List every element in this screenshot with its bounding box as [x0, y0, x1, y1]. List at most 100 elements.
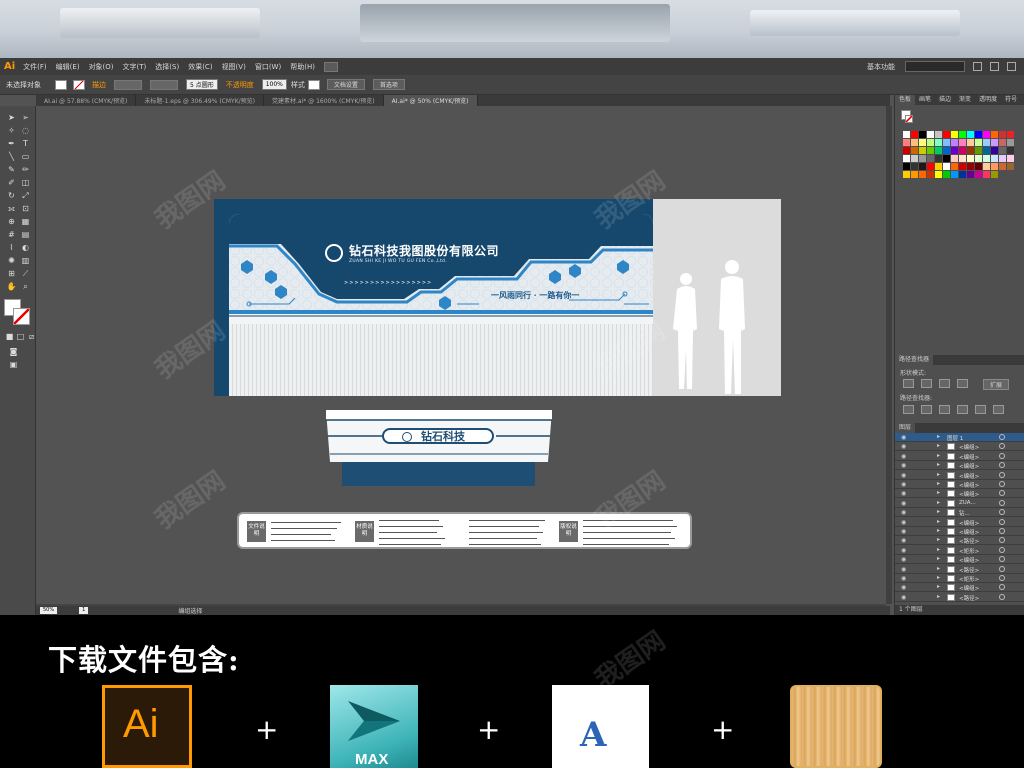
color-swatch[interactable] [919, 163, 926, 170]
visibility-eye-icon[interactable]: ◉ [901, 434, 906, 441]
line-tool-icon[interactable]: ╲ [6, 151, 17, 162]
tab-gradient[interactable]: 渐变 [955, 95, 975, 105]
backdrop-wall[interactable]: 钻石科技我图股份有限公司 ZUAN SHI KE JI WO TU GU FEN… [214, 199, 653, 396]
color-swatch[interactable] [959, 147, 966, 154]
stroke-swatch[interactable] [73, 79, 85, 90]
expand-arrow-icon[interactable]: ▸ [937, 433, 940, 440]
minimize-icon[interactable] [973, 62, 982, 71]
expand-arrow-icon[interactable]: ▸ [937, 452, 940, 459]
color-swatch[interactable] [983, 155, 990, 162]
brush-dropdown[interactable]: 5 点圆形 [186, 79, 218, 90]
color-swatch[interactable] [935, 147, 942, 154]
menu-object[interactable]: 对象(O) [89, 62, 114, 72]
shape-builder-icon[interactable]: ⊕ [6, 216, 17, 227]
outline-icon[interactable] [975, 405, 986, 414]
color-swatch[interactable] [959, 163, 966, 170]
color-swatch[interactable] [991, 171, 998, 178]
color-swatch[interactable] [1007, 131, 1014, 138]
specification-panel[interactable]: 文件说明 材质说明 版权说明 [237, 512, 692, 549]
color-swatch[interactable] [935, 155, 942, 162]
artboard-tool-icon[interactable]: ⊞ [6, 268, 17, 279]
crop-icon[interactable] [957, 405, 968, 414]
magic-wand-icon[interactable]: ✧ [6, 125, 17, 136]
color-swatch[interactable] [975, 171, 982, 178]
help-search-input[interactable] [905, 61, 965, 72]
color-swatch[interactable] [967, 139, 974, 146]
color-swatch[interactable] [983, 147, 990, 154]
width-tool-icon[interactable]: ⟗ [6, 203, 17, 214]
color-swatch[interactable] [967, 155, 974, 162]
visibility-eye-icon[interactable]: ◉ [901, 519, 906, 526]
close-icon[interactable] [1007, 62, 1016, 71]
color-swatch[interactable] [935, 163, 942, 170]
stroke-color-box[interactable] [13, 308, 30, 325]
color-swatch[interactable] [911, 147, 918, 154]
visibility-eye-icon[interactable]: ◉ [901, 594, 906, 601]
color-swatch[interactable] [927, 155, 934, 162]
color-swatch[interactable] [903, 155, 910, 162]
vertical-scrollbar[interactable] [886, 106, 892, 604]
color-swatch[interactable] [903, 163, 910, 170]
color-swatch[interactable] [999, 147, 1006, 154]
target-ring-icon[interactable] [999, 434, 1005, 440]
color-swatch[interactable] [943, 139, 950, 146]
color-swatch[interactable] [903, 131, 910, 138]
expand-arrow-icon[interactable]: ▸ [937, 555, 940, 562]
layer-row[interactable]: ◉ ▸ <编组> [895, 489, 1024, 499]
color-swatch[interactable] [919, 147, 926, 154]
fill-swatch[interactable] [55, 79, 67, 90]
reception-desk-base[interactable] [342, 462, 535, 486]
document-setup-button[interactable]: 文档设置 [326, 79, 365, 90]
layer-row[interactable]: ◉ ▸ <编组> [895, 583, 1024, 593]
color-swatch[interactable] [927, 139, 934, 146]
layer-row-top[interactable]: ◉ ▸ 图层 1 [895, 433, 1024, 442]
color-swatch[interactable] [911, 131, 918, 138]
swatch-preview-stroke[interactable] [905, 115, 913, 123]
pencil-icon[interactable]: ✏ [20, 164, 31, 175]
color-swatch[interactable] [943, 155, 950, 162]
target-ring-icon[interactable] [999, 452, 1005, 459]
color-swatch[interactable] [951, 139, 958, 146]
variable-width-dropdown[interactable] [150, 79, 178, 90]
expand-arrow-icon[interactable]: ▸ [937, 536, 940, 543]
layer-row[interactable]: ◉ ▸ <路径> [895, 593, 1024, 602]
visibility-eye-icon[interactable]: ◉ [901, 556, 906, 563]
visibility-eye-icon[interactable]: ◉ [901, 528, 906, 535]
tab-brushes[interactable]: 画笔 [915, 95, 935, 105]
rectangle-tool-icon[interactable]: ▭ [20, 151, 31, 162]
color-swatch[interactable] [991, 147, 998, 154]
gradient-tool-icon[interactable]: ▤ [20, 229, 31, 240]
color-swatch[interactable] [951, 147, 958, 154]
divide-icon[interactable] [903, 405, 914, 414]
color-swatch[interactable] [935, 139, 942, 146]
target-ring-icon[interactable] [999, 481, 1005, 487]
menu-edit[interactable]: 编辑(E) [56, 62, 80, 72]
color-swatch[interactable] [943, 171, 950, 178]
minus-front-icon[interactable] [921, 379, 932, 388]
target-ring-icon[interactable] [999, 518, 1005, 525]
color-swatch[interactable] [999, 139, 1006, 146]
lasso-icon[interactable]: ◌ [20, 125, 31, 136]
color-swatch[interactable] [991, 163, 998, 170]
color-swatch[interactable] [999, 163, 1006, 170]
color-swatch[interactable] [911, 155, 918, 162]
tab-swatches[interactable]: 色板 [895, 95, 916, 105]
workspace-switcher[interactable]: 基本功能 [867, 62, 895, 72]
stroke-label[interactable]: 描边 [92, 80, 106, 90]
target-ring-icon[interactable] [999, 546, 1005, 553]
expand-arrow-icon[interactable]: ▸ [937, 574, 940, 581]
layer-row[interactable]: ◉ ▸ <路径> [895, 536, 1024, 546]
target-ring-icon[interactable] [999, 509, 1005, 516]
visibility-eye-icon[interactable]: ◉ [901, 443, 906, 450]
menu-help[interactable]: 帮助(H) [290, 62, 315, 72]
preferences-button[interactable]: 首选项 [372, 79, 405, 90]
color-swatch[interactable] [959, 139, 966, 146]
color-swatch[interactable] [1007, 163, 1014, 170]
exclude-icon[interactable] [957, 379, 968, 388]
perspective-grid-icon[interactable]: ▦ [20, 216, 31, 227]
visibility-eye-icon[interactable]: ◉ [901, 472, 906, 479]
rotate-icon[interactable]: ↻ [6, 190, 17, 201]
tab-symbols[interactable]: 符号 [1001, 95, 1021, 105]
target-ring-icon[interactable] [999, 537, 1005, 544]
color-swatch[interactable] [903, 171, 910, 178]
